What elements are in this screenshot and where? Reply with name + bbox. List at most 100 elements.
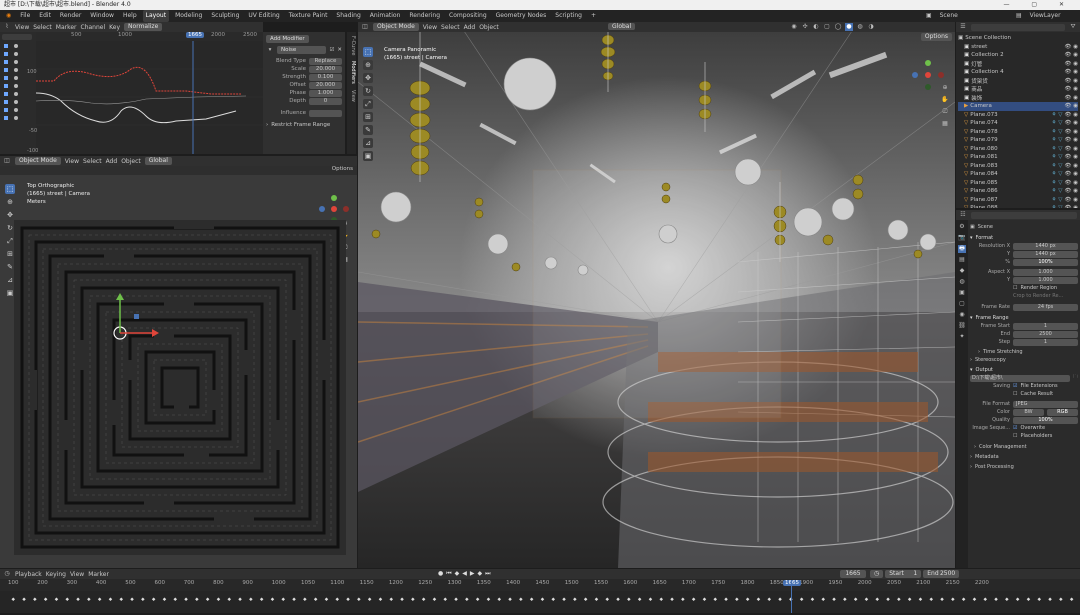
menu-select[interactable]: Select xyxy=(441,24,460,31)
keyframe-marker[interactable] xyxy=(22,597,26,602)
outliner-item[interactable]: ▽Plane.088⚘ ▽👁 ◉ xyxy=(958,204,1078,208)
output-panel-title[interactable]: Output xyxy=(976,367,993,373)
jump-end-icon[interactable]: ⏭ xyxy=(485,570,490,578)
keyframe-marker[interactable] xyxy=(562,597,566,602)
current-frame-field[interactable]: 1665 xyxy=(840,570,866,578)
keyframe-marker[interactable] xyxy=(432,597,437,602)
overwrite-checkbox[interactable]: ☑ xyxy=(1013,425,1017,431)
visibility-toggle-icon[interactable]: 👁 ◉ xyxy=(1064,163,1078,169)
menu-select[interactable]: Select xyxy=(83,158,102,165)
chevron-right-icon[interactable]: › xyxy=(970,464,972,470)
jump-start-icon[interactable]: ⏮ xyxy=(446,570,451,578)
wireframe-shading-icon[interactable]: ◯ xyxy=(834,23,842,31)
start-frame-field[interactable]: Start 1 xyxy=(885,570,922,578)
zoom-icon[interactable]: ⊕ xyxy=(941,84,949,92)
frame-step-field[interactable]: 1 xyxy=(1013,338,1078,346)
keyframe-marker[interactable] xyxy=(529,597,534,602)
resolution-y-field[interactable]: 1440 px xyxy=(1013,250,1078,258)
keyframe-marker[interactable] xyxy=(724,597,728,602)
keyframe-marker[interactable] xyxy=(519,597,523,602)
post-processing-panel[interactable]: Post Processing xyxy=(975,464,1014,470)
outliner-item[interactable]: ▽ Plane.085 ⚘ ▽ 👁 ◉ xyxy=(958,179,1078,188)
keyframe-marker[interactable] xyxy=(119,597,124,602)
keyframe-marker[interactable] xyxy=(983,597,988,602)
visibility-toggle-icon[interactable]: 👁 ◉ xyxy=(1064,129,1078,135)
crop-to-render-region-checkbox[interactable]: Crop to Render Re... xyxy=(1013,293,1063,299)
keyframe-marker[interactable] xyxy=(994,597,998,602)
keyframe-marker[interactable] xyxy=(940,597,944,602)
offset-field[interactable]: 20.000 xyxy=(309,81,342,89)
keyframe-marker[interactable] xyxy=(65,597,70,602)
move-tool-icon[interactable]: ✥ xyxy=(5,210,15,220)
keyframe-marker[interactable] xyxy=(853,597,858,602)
keyframe-marker[interactable] xyxy=(1069,597,1074,602)
frame-start-field[interactable]: 1 xyxy=(1013,322,1078,330)
visibility-toggle-icon[interactable]: 👁 ◉ xyxy=(1064,180,1078,186)
visibility-toggle-icon[interactable]: 👁 ◉ xyxy=(1064,188,1078,194)
outliner-item[interactable]: ▽ Plane.079 ⚘ ▽ 👁 ◉ xyxy=(958,136,1078,145)
output-path-field[interactable]: D:\下载\超市\ xyxy=(970,374,1070,382)
chevron-down-icon[interactable]: ▾ xyxy=(970,315,973,321)
keyframe-marker[interactable] xyxy=(33,597,37,602)
tab-uv-editing[interactable]: UV Editing xyxy=(245,10,282,22)
keyframe-marker[interactable] xyxy=(1048,597,1052,602)
visibility-toggle-icon[interactable]: 👁 ◉ xyxy=(1064,154,1078,160)
keyframe-marker[interactable] xyxy=(637,597,642,602)
keyframe-marker[interactable] xyxy=(54,597,59,602)
channel-search-input[interactable] xyxy=(2,34,32,40)
world-tab-icon[interactable]: ◍ xyxy=(958,278,966,286)
menu-window[interactable]: Window xyxy=(87,10,117,22)
chevron-down-icon[interactable]: ▾ xyxy=(970,235,973,241)
keyframe-marker[interactable] xyxy=(335,597,340,602)
keyframe-marker[interactable] xyxy=(141,597,145,602)
time-stretching-panel[interactable]: Time Stretching xyxy=(983,349,1023,355)
keyframe-marker[interactable] xyxy=(87,597,91,602)
chevron-right-icon[interactable]: › xyxy=(266,122,268,128)
menu-help[interactable]: Help xyxy=(120,10,140,22)
normalize-toggle[interactable]: Normalize xyxy=(124,23,163,31)
tab-view[interactable]: View xyxy=(347,90,356,102)
metadata-panel[interactable]: Metadata xyxy=(975,454,999,460)
graph-menu-marker[interactable]: Marker xyxy=(56,24,77,31)
graph-menu-select[interactable]: Select xyxy=(33,24,52,31)
render-tab-icon[interactable]: 📷 xyxy=(958,234,966,242)
keyframe-marker[interactable] xyxy=(259,597,264,602)
outliner-item[interactable]: ▣ 灯管 👁 ◉ xyxy=(958,60,1078,69)
visibility-toggle-icon[interactable]: 👁 ◉ xyxy=(1064,78,1078,84)
tab-geometry-nodes[interactable]: Geometry Nodes xyxy=(493,10,550,22)
tab-shading[interactable]: Shading xyxy=(333,10,363,22)
properties-icon[interactable]: ☷ xyxy=(959,211,967,219)
keyframe-marker[interactable] xyxy=(1005,597,1009,602)
graph-editor-icon[interactable]: ⌇ xyxy=(3,23,11,31)
scene-tab-icon[interactable]: ◆ xyxy=(958,267,966,275)
chevron-down-icon[interactable]: ▾ xyxy=(970,367,973,373)
add-workspace-button[interactable]: + xyxy=(588,10,599,22)
current-frame-badge[interactable]: 1665 xyxy=(186,32,204,38)
keyframe-marker[interactable] xyxy=(76,597,80,602)
menu-playback[interactable]: Playback xyxy=(15,571,42,578)
options-dropdown[interactable]: Options xyxy=(332,166,353,172)
constraint-tab-icon[interactable]: ⛓ xyxy=(958,322,966,330)
keyframe-marker[interactable] xyxy=(43,597,48,602)
menu-view[interactable]: View xyxy=(65,158,79,165)
outliner-item[interactable]: ▽ Plane.080 ⚘ ▽ 👁 ◉ xyxy=(958,145,1078,154)
keyframe-marker[interactable] xyxy=(367,597,372,602)
outliner-item[interactable]: ▣ street 👁 ◉ xyxy=(958,43,1078,52)
strength-field[interactable]: 0.100 xyxy=(309,73,342,81)
outliner-item[interactable]: ▽ Plane.083 ⚘ ▽ 👁 ◉ xyxy=(958,162,1078,171)
checkbox-icon[interactable]: ☑ xyxy=(329,47,334,53)
keyframe-marker[interactable] xyxy=(918,597,923,602)
timeline-ruler[interactable]: 100 200 300 400 500 600 700 800 900 1000 1050 1100 1… xyxy=(0,580,1080,590)
menu-keying[interactable]: Keying xyxy=(46,571,66,578)
camera-panoramic-viewport[interactable]: ◫ Object Mode View Select Add Object Glo… xyxy=(358,22,955,568)
scene-collection-row[interactable]: ▣ Scene Collection xyxy=(958,34,1078,43)
keyframe-marker[interactable] xyxy=(551,597,556,602)
scale-tool-icon[interactable]: ⤢ xyxy=(363,99,373,109)
chevron-right-icon[interactable]: › xyxy=(974,444,976,450)
chevron-down-icon[interactable]: ▾ xyxy=(266,46,274,54)
scale-field[interactable]: 20.000 xyxy=(309,65,342,73)
modifier-name-field[interactable]: Noise xyxy=(277,46,327,54)
window-controls[interactable]: — ▢ ✕ xyxy=(1003,0,1074,10)
menu-file[interactable]: File xyxy=(17,10,33,22)
menu-view[interactable]: View xyxy=(423,24,437,31)
